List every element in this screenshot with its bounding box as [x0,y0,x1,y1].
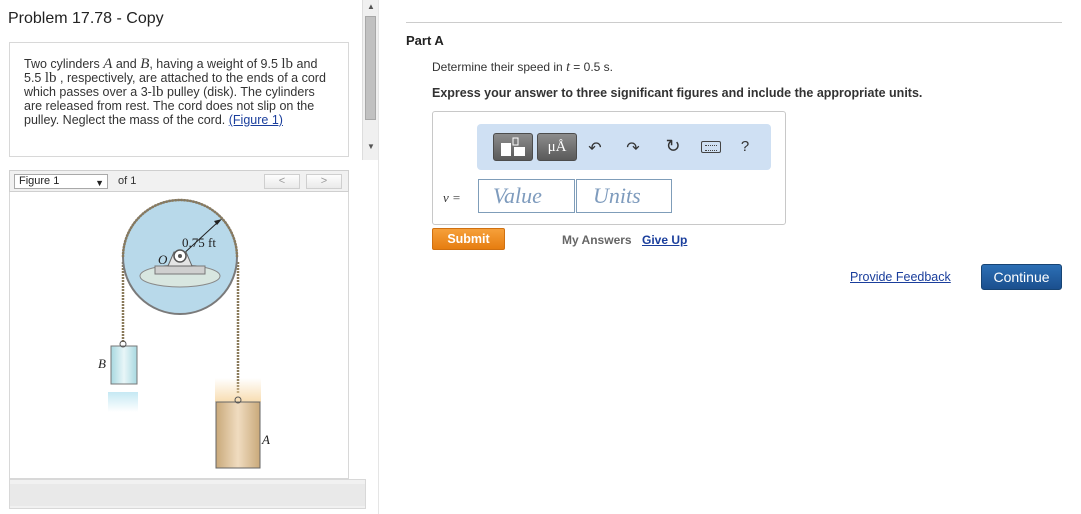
cylinder-a [215,401,261,469]
template-icon[interactable] [493,133,533,161]
scroll-up-icon[interactable]: ▲ [363,0,379,14]
figure-footer-inner [10,484,365,506]
math-toolbar: μÅ ↶ ↷ ↻ ? [477,124,771,170]
unit-lb: lb [151,84,164,100]
units-input[interactable] [576,179,672,213]
figure-select-value: Figure 1 [19,175,60,187]
prev-figure-button[interactable]: < [264,174,300,189]
cylinder-b-label: B [98,356,106,371]
scrollbar[interactable]: ▲ ▼ [362,0,378,160]
my-answers-label: My Answers [562,233,632,247]
undo-icon[interactable]: ↶ [585,138,605,158]
part-title: Part A [406,33,444,48]
figure-area: 0.75 ft O B A [9,192,349,479]
cylinder-b [110,345,138,385]
value-input[interactable] [478,179,575,213]
instructions: Express your answer to three significant… [432,86,923,100]
unit-lb: lb [44,70,57,86]
question-suffix: = 0.5 s. [569,60,613,74]
scroll-thumb[interactable] [365,16,376,120]
pulley-figure: 0.75 ft O B A [98,198,270,469]
cylinder-a-motion [215,378,261,402]
help-icon[interactable]: ? [735,138,755,155]
submit-button[interactable]: Submit [432,228,505,250]
keyboard-icon[interactable] [701,141,721,153]
cylinder-b-motion [108,392,138,412]
panel-divider [378,0,379,514]
question-text: Determine their speed in t = 0.5 s. [432,60,613,76]
figure-select[interactable]: Figure 1 ▼ [14,174,108,189]
next-figure-button[interactable]: > [306,174,342,189]
question-prefix: Determine their speed in [432,60,567,74]
provide-feedback-link[interactable]: Provide Feedback [850,270,951,284]
figure-toolbar: Figure 1 ▼ of 1 < > [9,170,349,192]
problem-text: Two cylinders [24,57,104,71]
radius-label: 0.75 ft [182,235,216,250]
top-rule [406,22,1062,23]
problem-title: Problem 17.78 - Copy [8,10,164,27]
support-plate [154,265,206,275]
units-icon[interactable]: μÅ [537,133,577,161]
answer-box: μÅ ↶ ↷ ↻ ? v = [432,111,786,225]
problem-text: and [112,57,141,71]
axle-center [178,254,182,258]
cylinder-b-var: B [140,56,150,72]
unit-lb: lb [281,56,294,72]
figure-count: of 1 [118,175,137,187]
problem-text: , having a weight of 9.5 [149,57,282,71]
center-label: O [158,252,168,267]
problem-panel: Problem 17.78 - Copy Two cylinders A and… [0,0,366,514]
answer-variable-label: v = [443,190,461,205]
chevron-down-icon: ▼ [95,178,104,188]
cylinder-a-var: A [103,56,113,72]
figure-link[interactable]: (Figure 1) [229,113,283,127]
give-up-link[interactable]: Give Up [642,233,687,247]
cylinder-a-label: A [261,432,270,447]
continue-button[interactable]: Continue [981,264,1062,290]
figure-footer-bar [9,479,366,509]
scroll-down-icon[interactable]: ▼ [363,140,379,154]
redo-icon[interactable]: ↷ [623,138,643,158]
reset-icon[interactable]: ↻ [663,136,683,157]
template-glyph [501,137,525,156]
problem-statement: Two cylinders A and B, having a weight o… [9,42,349,157]
